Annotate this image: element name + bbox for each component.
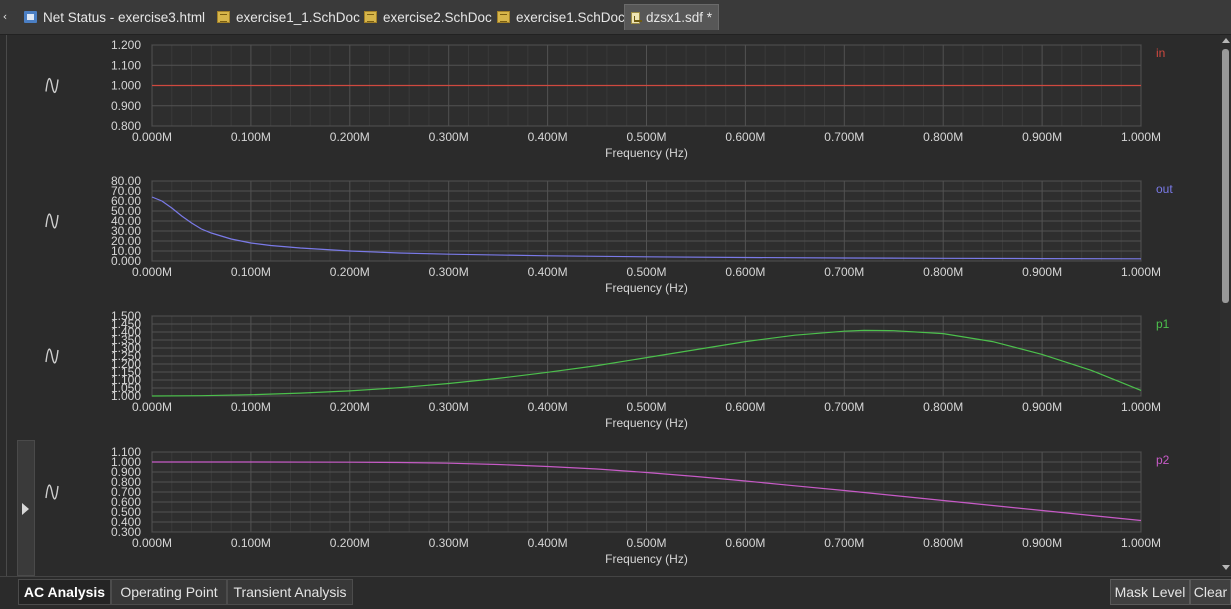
left-panel-toggle[interactable]: [17, 440, 35, 576]
schematic-file-icon: [497, 11, 510, 23]
tab-label: exercise1.SchDoc: [516, 9, 625, 25]
series-legend-p1: p1: [1156, 317, 1170, 331]
y-tick-label: 1.100: [111, 58, 141, 72]
x-tick-label: 0.400M: [528, 536, 568, 550]
tab-label: Net Status - exercise3.html: [43, 9, 206, 25]
x-axis-label: Frequency (Hz): [605, 281, 688, 295]
x-tick-label: 0.600M: [725, 130, 765, 144]
tab-dzsx1[interactable]: dzsx1.sdf *: [624, 4, 719, 30]
x-tick-label: 0.800M: [923, 400, 963, 414]
x-tick-label: 0.400M: [528, 265, 568, 279]
tab-exercise2[interactable]: exercise2.SchDoc: [364, 4, 492, 30]
x-tick-label: 0.000M: [132, 536, 172, 550]
schematic-file-icon: [364, 11, 377, 23]
x-tick-label: 0.400M: [528, 400, 568, 414]
x-tick-label: 0.900M: [1022, 400, 1062, 414]
x-tick-label: 0.900M: [1022, 265, 1062, 279]
x-tick-label: 1.000M: [1121, 400, 1161, 414]
x-tick-label: 0.000M: [132, 130, 172, 144]
x-tick-label: 0.200M: [330, 130, 370, 144]
x-tick-label: 0.900M: [1022, 130, 1062, 144]
tab-operating-point[interactable]: Operating Point: [111, 579, 227, 605]
scroll-tabs-left-icon[interactable]: ‹: [0, 5, 10, 29]
tab-label: dzsx1.sdf *: [645, 10, 712, 25]
x-tick-label: 1.000M: [1121, 130, 1161, 144]
scrollbar-thumb[interactable]: [1222, 49, 1229, 303]
x-tick-label: 0.000M: [132, 265, 172, 279]
x-tick-label: 0.800M: [923, 130, 963, 144]
waveform-plot-area[interactable]: 1.200 1.100 1.000 0.900 0.800 0.000M 0.100M 0.2…: [35, 35, 1220, 575]
x-tick-label: 1.000M: [1121, 536, 1161, 550]
waveform-plots[interactable]: 1.2001.1001.0000.9000.8000.000M 0.100M 0.2…: [35, 35, 1220, 575]
x-tick-label: 0.900M: [1022, 536, 1062, 550]
x-tick-label: 0.500M: [626, 400, 666, 414]
vertical-scrollbar[interactable]: [1220, 35, 1231, 575]
sine-wave-icon: [45, 78, 59, 93]
x-tick-label: 0.600M: [725, 400, 765, 414]
scroll-up-icon[interactable]: [1222, 38, 1230, 43]
tab-label: exercise1_1.SchDoc: [236, 9, 360, 25]
x-tick-label: 0.700M: [824, 536, 864, 550]
tab-net-status[interactable]: Net Status - exercise3.html: [24, 4, 205, 30]
series-legend-out: out: [1156, 182, 1173, 196]
x-tick-label: 0.200M: [330, 536, 370, 550]
y-tick-label: 1.000: [111, 79, 141, 93]
x-tick-label: 0.600M: [725, 265, 765, 279]
tab-label: exercise2.SchDoc: [383, 9, 492, 25]
schematic-file-icon: [217, 11, 230, 23]
html-file-icon: [24, 11, 37, 23]
x-axis-label: Frequency (Hz): [605, 552, 688, 566]
x-tick-label: 0.000M: [132, 400, 172, 414]
x-tick-label: 0.500M: [626, 130, 666, 144]
simulation-file-icon: [631, 11, 642, 24]
x-tick-label: 0.500M: [626, 265, 666, 279]
x-tick-label: 0.800M: [923, 265, 963, 279]
x-tick-label: 0.300M: [429, 536, 469, 550]
gutter-divider: [6, 35, 7, 595]
mask-level-button[interactable]: Mask Level: [1110, 579, 1190, 605]
tab-exercise1[interactable]: exercise1.SchDoc: [497, 4, 625, 30]
document-tab-bar: ‹ Net Status - exercise3.html exercise1_…: [0, 0, 1231, 35]
x-tick-label: 0.300M: [429, 130, 469, 144]
tab-transient-analysis[interactable]: Transient Analysis: [227, 579, 353, 605]
x-axis-label: Frequency (Hz): [605, 416, 688, 430]
series-legend-p2: p2: [1156, 453, 1170, 467]
x-axis-label: Frequency (Hz): [605, 146, 688, 160]
x-tick-label: 0.700M: [824, 265, 864, 279]
analysis-tab-bar: AC Analysis Operating Point Transient An…: [0, 576, 1231, 609]
x-tick-label: 0.100M: [231, 400, 271, 414]
tab-ac-analysis[interactable]: AC Analysis: [18, 579, 111, 605]
x-tick-label: 0.500M: [626, 536, 666, 550]
x-tick-label: 0.300M: [429, 400, 469, 414]
sine-wave-icon: [45, 484, 59, 500]
y-tick-label: 0.900: [111, 99, 141, 113]
x-tick-label: 0.700M: [824, 400, 864, 414]
x-tick-label: 0.400M: [528, 130, 568, 144]
expand-arrow-icon: [22, 503, 29, 515]
sine-wave-icon: [45, 213, 59, 229]
series-legend-in: in: [1156, 46, 1165, 60]
x-tick-label: 0.100M: [231, 536, 271, 550]
clear-button[interactable]: Clear: [1190, 579, 1231, 605]
x-tick-label: 1.000M: [1121, 265, 1161, 279]
x-tick-label: 0.100M: [231, 130, 271, 144]
scroll-down-icon[interactable]: [1222, 565, 1230, 570]
y-tick-label: 1.200: [111, 38, 141, 52]
left-panel-gutter: [0, 35, 17, 608]
x-tick-label: 0.200M: [330, 265, 370, 279]
x-tick-label: 0.700M: [824, 130, 864, 144]
x-tick-label: 0.200M: [330, 400, 370, 414]
x-tick-label: 0.100M: [231, 265, 271, 279]
x-tick-label: 0.300M: [429, 265, 469, 279]
x-tick-label: 0.600M: [725, 536, 765, 550]
x-tick-label: 0.800M: [923, 536, 963, 550]
tab-exercise1-1[interactable]: exercise1_1.SchDoc: [217, 4, 360, 30]
sine-wave-icon: [45, 348, 59, 364]
